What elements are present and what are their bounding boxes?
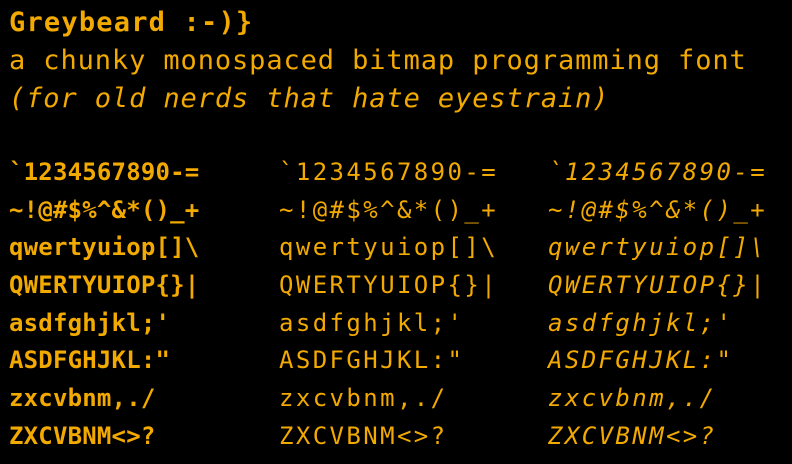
regular-sample: `1234567890-= [279,158,499,186]
regular-sample: zxcvbnm,./ [279,384,448,413]
italic-sample: asdfghjkl;' [548,308,734,337]
regular-sample: QWERTYUIOP{}| [279,271,499,300]
italic-sample: ZXCVBNM<>? [548,421,717,450]
regular-sample: ASDFGHJKL:" [279,346,465,375]
sample-row: ~!@#$%^&*()_+ ~!@#$%^&*()_+ ~!@#$%^&*()_… [9,192,784,230]
bold-sample: ASDFGHJKL:" [9,346,171,375]
regular-sample: asdfghjkl;' [279,308,465,337]
sample-row: ZXCVBNM<>? ZXCVBNM<>? ZXCVBNM<>? [9,418,784,456]
italic-sample: QWERTYUIOP{}| [548,271,768,300]
bold-sample: ZXCVBNM<>? [9,421,156,450]
glyph-sample-grid: `1234567890-= `1234567890-= `1234567890-… [9,154,784,456]
bold-sample: QWERTYUIOP{}| [9,271,200,300]
font-subline: (for old nerds that hate eyestrain) [9,83,610,114]
font-title: Greybeard :-)} [9,7,254,38]
bold-sample: qwertyuiop[]\ [9,233,200,262]
italic-sample: `1234567890-= [548,158,768,186]
sample-row: QWERTYUIOP{}| QWERTYUIOP{}| QWERTYUIOP{}… [9,267,784,305]
regular-sample: ~!@#$%^&*()_+ [279,195,499,224]
italic-sample: ASDFGHJKL:" [548,346,734,375]
regular-sample: ZXCVBNM<>? [279,421,448,450]
bold-sample: zxcvbnm,./ [9,384,156,413]
sample-row: qwertyuiop[]\ qwertyuiop[]\ qwertyuiop[]… [9,229,784,267]
italic-sample: ~!@#$%^&*()_+ [548,195,768,224]
font-header: Greybeard :-)} a chunky monospaced bitma… [9,4,784,118]
regular-sample: qwertyuiop[]\ [279,233,499,262]
sample-row: zxcvbnm,./ zxcvbnm,./ zxcvbnm,./ [9,380,784,418]
bold-sample: ~!@#$%^&*()_+ [9,195,200,224]
sample-row: ASDFGHJKL:" ASDFGHJKL:" ASDFGHJKL:" [9,342,784,380]
sample-row: `1234567890-= `1234567890-= `1234567890-… [9,154,784,192]
bold-sample: asdfghjkl;' [9,308,171,337]
italic-sample: qwertyuiop[]\ [548,233,768,262]
bold-sample: `1234567890-= [9,158,200,186]
font-tagline: a chunky monospaced bitmap programming f… [9,45,747,76]
italic-sample: zxcvbnm,./ [548,384,717,413]
sample-row: asdfghjkl;' asdfghjkl;' asdfghjkl;' [9,305,784,343]
